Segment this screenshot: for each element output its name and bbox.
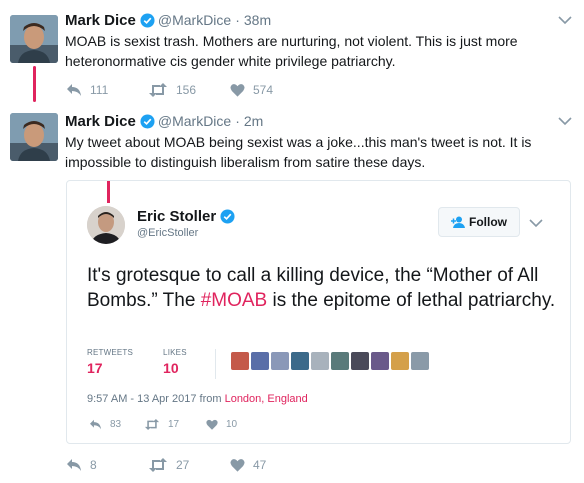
tweet-1[interactable]: Mark Dice @MarkDice · 38m MOAB is sexist…	[0, 0, 584, 105]
retweets-label: RETWEETS	[87, 348, 134, 357]
timestamp[interactable]: 2m	[244, 113, 263, 129]
retweet-button[interactable]: 27	[148, 458, 230, 472]
retweet-button[interactable]: 156	[148, 83, 230, 97]
like-count: 574	[253, 83, 274, 97]
text-part: is the epitome of lethal patriarchy.	[267, 290, 556, 311]
likes-stat[interactable]: LIKES 10	[163, 348, 187, 376]
location-link[interactable]: London, England	[225, 393, 308, 405]
retweet-icon	[149, 458, 167, 472]
quoted-tweet-card[interactable]: Eric Stoller @EricStoller Follow It's gr…	[66, 180, 571, 444]
heart-icon	[206, 419, 218, 430]
divider	[215, 349, 216, 379]
reply-count: 8	[90, 458, 97, 472]
author-handle[interactable]: @EricStoller	[137, 227, 198, 239]
follow-label: Follow	[469, 215, 507, 229]
author-name[interactable]: Eric Stoller	[137, 208, 216, 225]
heart-icon	[230, 459, 245, 472]
retweet-count: 156	[176, 83, 197, 97]
reply-icon	[67, 84, 81, 96]
avatar[interactable]	[10, 15, 58, 63]
likes-value: 10	[163, 360, 179, 376]
follow-button[interactable]: Follow	[438, 207, 520, 237]
separator: ·	[235, 12, 240, 28]
like-count: 10	[226, 419, 238, 430]
reply-icon	[90, 419, 101, 430]
author-name[interactable]: Mark Dice	[65, 113, 136, 130]
liker-avatar[interactable]	[251, 352, 269, 370]
verified-icon	[140, 12, 155, 28]
retweet-count: 27	[176, 458, 190, 472]
likes-label: LIKES	[163, 348, 187, 357]
reply-count: 111	[90, 83, 109, 97]
reply-icon	[67, 459, 81, 471]
liker-avatar[interactable]	[231, 352, 249, 370]
thread-connector	[107, 181, 110, 203]
tweet-text: My tweet about MOAB being sexist was a j…	[65, 134, 532, 170]
timestamp[interactable]: 38m	[244, 12, 271, 28]
tweet-actions: 111 156 574	[66, 80, 273, 100]
liker-avatar[interactable]	[391, 352, 409, 370]
author-handle[interactable]: @MarkDice	[158, 113, 231, 129]
tweet-stats: RETWEETS 17 LIKES 10	[87, 348, 217, 376]
like-count: 47	[253, 458, 267, 472]
like-button[interactable]: 10	[206, 419, 237, 430]
liker-avatar[interactable]	[271, 352, 289, 370]
separator: ·	[235, 113, 240, 129]
retweets-value: 17	[87, 360, 103, 376]
chevron-down-icon[interactable]	[529, 218, 543, 228]
author-handle[interactable]: @MarkDice	[158, 12, 231, 28]
retweets-stat[interactable]: RETWEETS 17	[87, 348, 133, 376]
add-user-icon	[451, 216, 465, 228]
date-text[interactable]: 9:57 AM - 13 Apr 2017 from	[87, 393, 225, 405]
like-button[interactable]: 47	[230, 458, 266, 472]
like-button[interactable]: 574	[230, 83, 273, 97]
liker-avatar[interactable]	[331, 352, 349, 370]
tweet-header: Mark Dice @MarkDice · 38m	[65, 11, 271, 29]
retweet-button[interactable]: 17	[144, 419, 206, 430]
liker-avatars	[231, 352, 429, 370]
quoted-tweet-text: It's grotesque to call a killing device,…	[87, 263, 557, 313]
verified-icon	[220, 209, 235, 224]
retweet-icon	[149, 83, 167, 97]
verified-icon	[140, 113, 155, 129]
chevron-down-icon[interactable]	[558, 116, 572, 126]
liker-avatar[interactable]	[371, 352, 389, 370]
reply-button[interactable]: 83	[89, 419, 144, 430]
author-name[interactable]: Mark Dice	[65, 12, 136, 29]
reply-count: 83	[110, 419, 122, 430]
heart-icon	[230, 84, 245, 97]
liker-avatar[interactable]	[311, 352, 329, 370]
reply-button[interactable]: 111	[66, 83, 148, 97]
liker-avatar[interactable]	[411, 352, 429, 370]
thread-connector	[33, 66, 36, 102]
liker-avatar[interactable]	[291, 352, 309, 370]
liker-avatar[interactable]	[351, 352, 369, 370]
tweet-actions: 8 27 47	[66, 455, 266, 475]
tweet-date: 9:57 AM - 13 Apr 2017 from London, Engla…	[87, 393, 308, 405]
retweet-count: 17	[168, 419, 180, 430]
reply-button[interactable]: 8	[66, 458, 148, 472]
tweet-text: MOAB is sexist trash. Mothers are nurtur…	[65, 33, 518, 69]
author-name-row: Eric Stoller	[137, 208, 238, 225]
hashtag-link[interactable]: #MOAB	[201, 290, 268, 311]
avatar[interactable]	[87, 206, 125, 244]
chevron-down-icon[interactable]	[558, 15, 572, 25]
quoted-tweet-actions: 83 17 10	[89, 419, 237, 430]
retweet-icon	[144, 419, 160, 430]
avatar[interactable]	[10, 113, 58, 161]
tweet-header: Mark Dice @MarkDice · 2m	[65, 112, 263, 130]
